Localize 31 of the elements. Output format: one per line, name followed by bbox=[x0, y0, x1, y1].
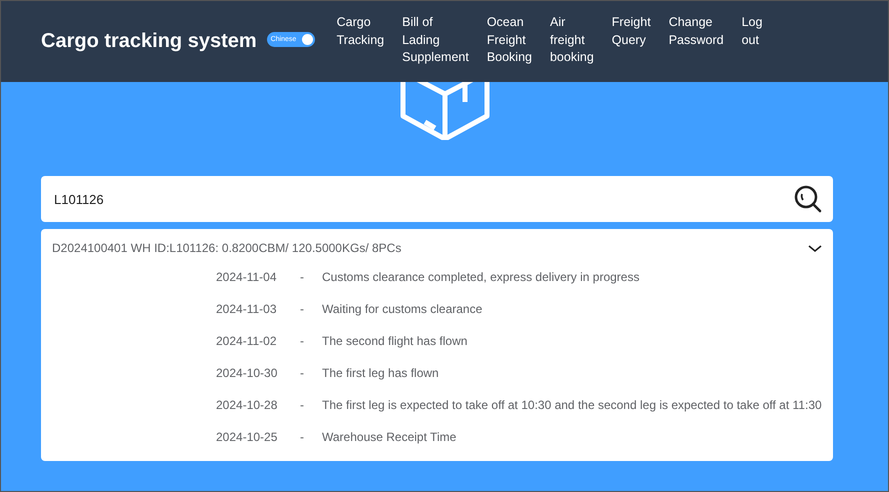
event-date: 2024-11-04 bbox=[216, 270, 278, 284]
chevron-icon[interactable] bbox=[808, 244, 822, 252]
nav-link[interactable]: Ocean Freight Booking bbox=[480, 14, 544, 66]
separator-dash: - bbox=[300, 302, 305, 316]
nav-link[interactable]: Cargo Tracking bbox=[330, 14, 396, 66]
separator-dash: - bbox=[300, 430, 305, 444]
search-icon[interactable] bbox=[793, 184, 823, 214]
event-description: The second flight has flown bbox=[322, 334, 468, 348]
separator-dash: - bbox=[300, 270, 305, 284]
event-date: 2024-11-03 bbox=[216, 302, 278, 316]
nav-link[interactable]: Change Password bbox=[662, 14, 736, 66]
event-date: 2024-10-30 bbox=[216, 366, 278, 380]
event-description: The first leg is expected to take off at 10:30 and the second leg is expected to take off at 11:30 bbox=[322, 398, 822, 412]
event-date: 2024-10-25 bbox=[216, 430, 278, 444]
shipment-summary: D2024100401 WH ID:L101126: 0.8200CBM/ 120.5000KGs/ 8PCs bbox=[52, 241, 402, 255]
event-date: 2024-10-28 bbox=[216, 398, 278, 412]
nav-link[interactable]: Bill of Lading Supplement bbox=[396, 14, 481, 66]
app-title: Cargo tracking system bbox=[41, 30, 257, 53]
event-description: Warehouse Receipt Time bbox=[322, 430, 456, 444]
nav-link[interactable]: Air freight booking bbox=[544, 14, 606, 66]
event-description: Customs clearance completed, express delivery in progress bbox=[322, 270, 640, 284]
event-date: 2024-11-02 bbox=[216, 334, 278, 348]
event-description: The first leg has flown bbox=[322, 366, 439, 380]
nav-link[interactable]: Log out bbox=[736, 14, 774, 66]
separator-dash: - bbox=[300, 366, 305, 380]
search-bar[interactable]: L101126 bbox=[41, 176, 833, 222]
separator-dash: - bbox=[300, 334, 305, 348]
nav-link[interactable]: Freight Query bbox=[606, 14, 663, 66]
separator-dash: - bbox=[300, 398, 305, 412]
search-field[interactable]: L101126 bbox=[52, 190, 793, 208]
event-description: Waiting for customs clearance bbox=[322, 302, 482, 316]
